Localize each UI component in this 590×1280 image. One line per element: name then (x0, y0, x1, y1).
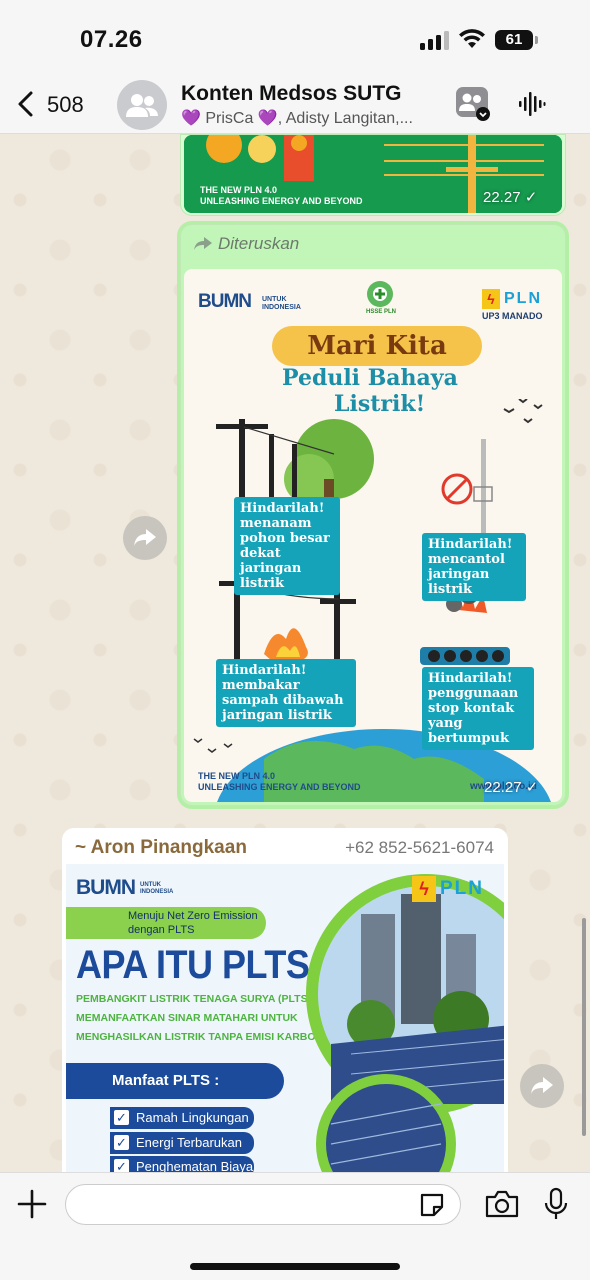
back-chevron-icon[interactable] (16, 90, 36, 118)
scrollbar[interactable] (582, 918, 586, 1136)
message-input-bar (0, 1172, 590, 1280)
message-image[interactable]: BUMN UNTUK INDONESIA Menuju Net Zero Emi… (66, 864, 504, 1184)
hsse-logo-icon (367, 281, 393, 307)
forward-icon (134, 529, 156, 546)
netzero-banner: Menuju Net Zero Emission dengan PLTS (66, 907, 266, 939)
message-time: 22.27 ✓ (484, 779, 539, 796)
benefit-item: ✓ Energi Terbarukan (110, 1132, 254, 1154)
poster-description: PEMBANGKIT LISTRIK TENAGA SURYA (PLTS) M… (76, 993, 324, 1043)
warning-tag: Hindarilah! penggunaan stop kontak yang … (422, 667, 534, 750)
pln-logo-icon: ϟ (412, 876, 436, 902)
warning-tag: Hindarilah! mencantol jaringan listrik (422, 533, 526, 601)
chat-members[interactable]: 💜 PrisCa 💜, Adisty Langitan,... (181, 108, 437, 128)
message-bubble-incoming[interactable]: ~ Aron Pinangkaan +62 852-5621-6074 BUMN… (62, 828, 508, 1188)
group-icon (126, 94, 158, 117)
camera-icon[interactable] (484, 1189, 520, 1219)
solar-panel-photo (306, 874, 504, 1184)
message-image[interactable]: BUMN UNTUK INDONESIA HSSE PLN ϟ PLN UP3 … (184, 269, 562, 802)
chat-title[interactable]: Konten Medsos SUTG (181, 82, 402, 106)
slogan: THE NEW PLN 4.0 UNLEASHING ENERGY AND BE… (200, 185, 363, 206)
wifi-icon (459, 29, 485, 48)
pln-logo: ϟ PLN (482, 289, 542, 309)
bumn-logo: BUMN (198, 291, 252, 312)
pln-logo: ϟ PLN (412, 876, 484, 902)
microphone-icon[interactable] (543, 1187, 569, 1221)
bumn-tagline: UNTUK INDONESIA (262, 296, 301, 311)
forward-button[interactable] (520, 1064, 564, 1108)
status-bar: 07.26 61 (0, 0, 590, 78)
community-icon[interactable] (455, 86, 491, 122)
message-bubble-outgoing[interactable]: THE NEW PLN 4.0 UNLEASHING ENERGY AND BE… (180, 134, 566, 216)
sender-phone[interactable]: +62 852-5621-6074 (345, 838, 494, 858)
message-time: 22.27 ✓ (483, 189, 538, 206)
warning-tag: Hindarilah! membakar sampah dibawah jari… (216, 659, 356, 727)
home-indicator (190, 1263, 400, 1270)
up3-label: UP3 MANADO (482, 311, 543, 321)
battery-icon: 61 (495, 30, 538, 50)
benefits-heading: Manfaat PLTS : (66, 1063, 284, 1099)
check-icon: ✓ (114, 1110, 129, 1125)
sticker-icon[interactable] (418, 1191, 446, 1219)
poster-title: Mari Kita (272, 326, 482, 366)
forward-arrow-icon (194, 237, 212, 250)
check-icon: ✓ (114, 1135, 129, 1150)
benefit-item: ✓ Ramah Lingkungan (110, 1107, 254, 1129)
status-time: 07.26 (80, 26, 143, 53)
message-input[interactable] (65, 1184, 461, 1225)
audio-call-icon[interactable] (518, 90, 546, 118)
group-avatar[interactable] (117, 80, 167, 130)
forward-icon (531, 1077, 553, 1094)
bumn-tagline: UNTUK INDONESIA (140, 882, 174, 895)
hsse-label: HSSE PLN (366, 309, 397, 315)
warning-tag: Hindarilah! menanam pohon besar dekat ja… (234, 497, 340, 595)
chat-header: 508 Konten Medsos SUTG 💜 PrisCa 💜, Adist… (0, 78, 590, 134)
attach-plus-icon[interactable] (16, 1188, 48, 1220)
slogan: THE NEW PLN 4.0 UNLEASHING ENERGY AND BE… (198, 771, 361, 792)
forward-button[interactable] (123, 516, 167, 560)
cellular-signal-icon (420, 30, 450, 50)
pln-logo-icon: ϟ (482, 289, 500, 309)
unread-count[interactable]: 508 (47, 92, 84, 118)
bumn-logo: BUMN (76, 876, 136, 899)
sender-name[interactable]: ~ Aron Pinangkaan (75, 837, 247, 859)
poster-subtitle: Peduli Bahaya (282, 365, 458, 391)
forwarded-label: Diteruskan (194, 234, 299, 254)
